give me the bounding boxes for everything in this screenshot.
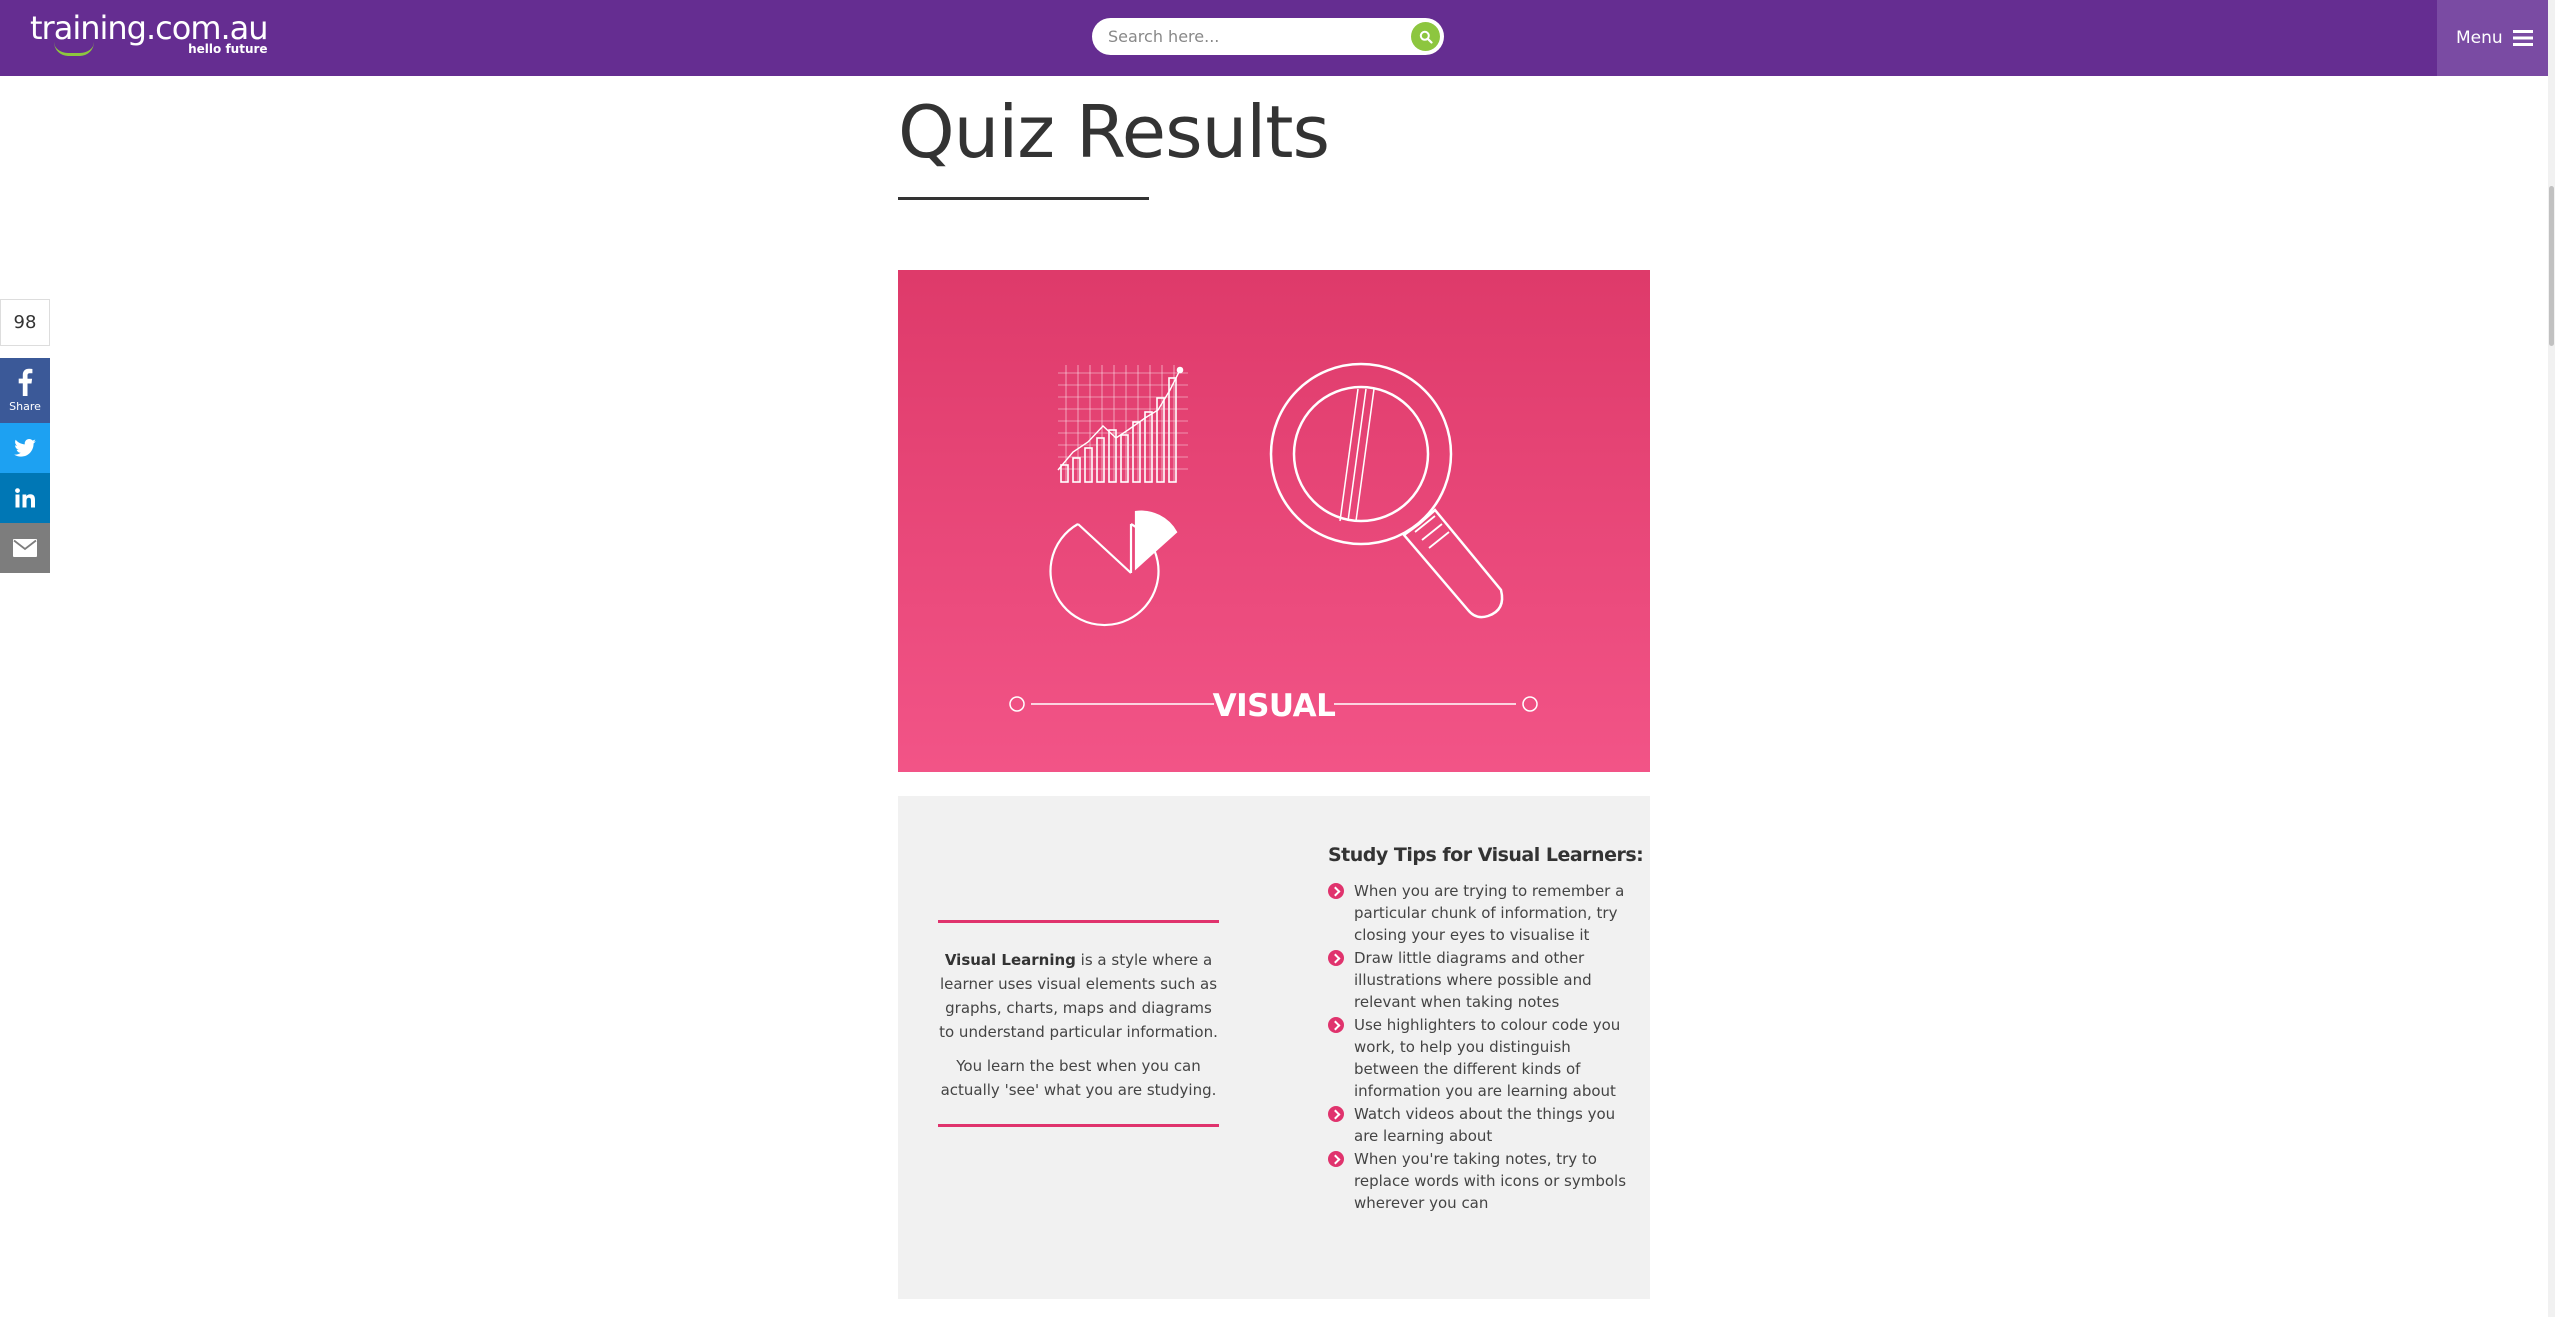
chevron-right-icon bbox=[1328, 950, 1344, 966]
description-paragraph: You learn the best when you can actually… bbox=[940, 1057, 1217, 1099]
learning-style-panel: Visual Learning is a style where a learn… bbox=[898, 796, 1650, 1299]
search-button[interactable] bbox=[1411, 22, 1440, 51]
email-share-button[interactable] bbox=[0, 523, 50, 573]
chevron-right-icon bbox=[1328, 1151, 1344, 1167]
list-item: Draw little diagrams and other illustrat… bbox=[1328, 947, 1628, 1013]
logo-text: training.com.au bbox=[30, 9, 269, 47]
list-item: Watch videos about the things you are le… bbox=[1328, 1103, 1628, 1147]
linkedin-icon bbox=[15, 488, 35, 508]
tip-text: When you are trying to remember a partic… bbox=[1354, 882, 1625, 944]
description-paragraph: Visual Learning is a style where a learn… bbox=[938, 948, 1219, 1044]
pie-chart-icon bbox=[1049, 510, 1178, 627]
search-input[interactable] bbox=[1108, 25, 1398, 47]
description-bottom-rule bbox=[938, 1124, 1219, 1127]
search-box bbox=[1092, 18, 1444, 55]
learning-style-banner: VISUAL bbox=[898, 270, 1650, 772]
title-divider bbox=[898, 197, 1149, 200]
menu-button[interactable]: Menu bbox=[2437, 0, 2548, 76]
site-header: training.com.au hello future Menu bbox=[0, 0, 2548, 76]
list-item: When you're taking notes, try to replace… bbox=[1328, 1148, 1628, 1214]
scrollbar-thumb[interactable] bbox=[2549, 186, 2554, 346]
hamburger-icon bbox=[2512, 30, 2533, 46]
description-term: Visual Learning bbox=[944, 951, 1076, 969]
page-title: Quiz Results bbox=[898, 90, 1330, 174]
linkedin-share-button[interactable] bbox=[0, 473, 50, 523]
facebook-share-button[interactable]: Share bbox=[0, 358, 50, 423]
logo-swoosh-icon bbox=[54, 42, 94, 56]
list-item: Use highlighters to colour code you work… bbox=[1328, 1014, 1628, 1102]
tip-text: Watch videos about the things you are le… bbox=[1354, 1105, 1616, 1145]
description-top-rule bbox=[938, 920, 1219, 923]
tip-text: Draw little diagrams and other illustrat… bbox=[1354, 949, 1592, 1011]
chevron-right-icon bbox=[1328, 1106, 1344, 1122]
twitter-icon bbox=[14, 439, 36, 457]
tips-heading: Study Tips for Visual Learners: bbox=[1328, 844, 1644, 866]
logo-tagline: hello future bbox=[188, 42, 268, 56]
list-item: When you are trying to remember a partic… bbox=[1328, 880, 1628, 946]
email-icon bbox=[13, 539, 37, 557]
magnifying-glass-icon bbox=[1269, 362, 1504, 619]
learning-style-description: Visual Learning is a style where a learn… bbox=[938, 948, 1219, 1112]
tips-list: When you are trying to remember a partic… bbox=[1328, 880, 1628, 1215]
share-count: 98 bbox=[0, 299, 50, 346]
search-icon bbox=[1419, 30, 1433, 44]
banner-label: VISUAL bbox=[1213, 688, 1336, 724]
chevron-right-icon bbox=[1328, 1017, 1344, 1033]
menu-label: Menu bbox=[2456, 28, 2503, 48]
chevron-right-icon bbox=[1328, 883, 1344, 899]
twitter-share-button[interactable] bbox=[0, 423, 50, 473]
tip-text: Use highlighters to colour code you work… bbox=[1354, 1016, 1621, 1100]
bar-chart-icon bbox=[1057, 365, 1188, 483]
site-logo[interactable]: training.com.au hello future bbox=[30, 9, 269, 56]
facebook-share-label: Share bbox=[9, 400, 41, 413]
tip-text: When you're taking notes, try to replace… bbox=[1354, 1150, 1627, 1212]
facebook-icon bbox=[18, 368, 33, 396]
